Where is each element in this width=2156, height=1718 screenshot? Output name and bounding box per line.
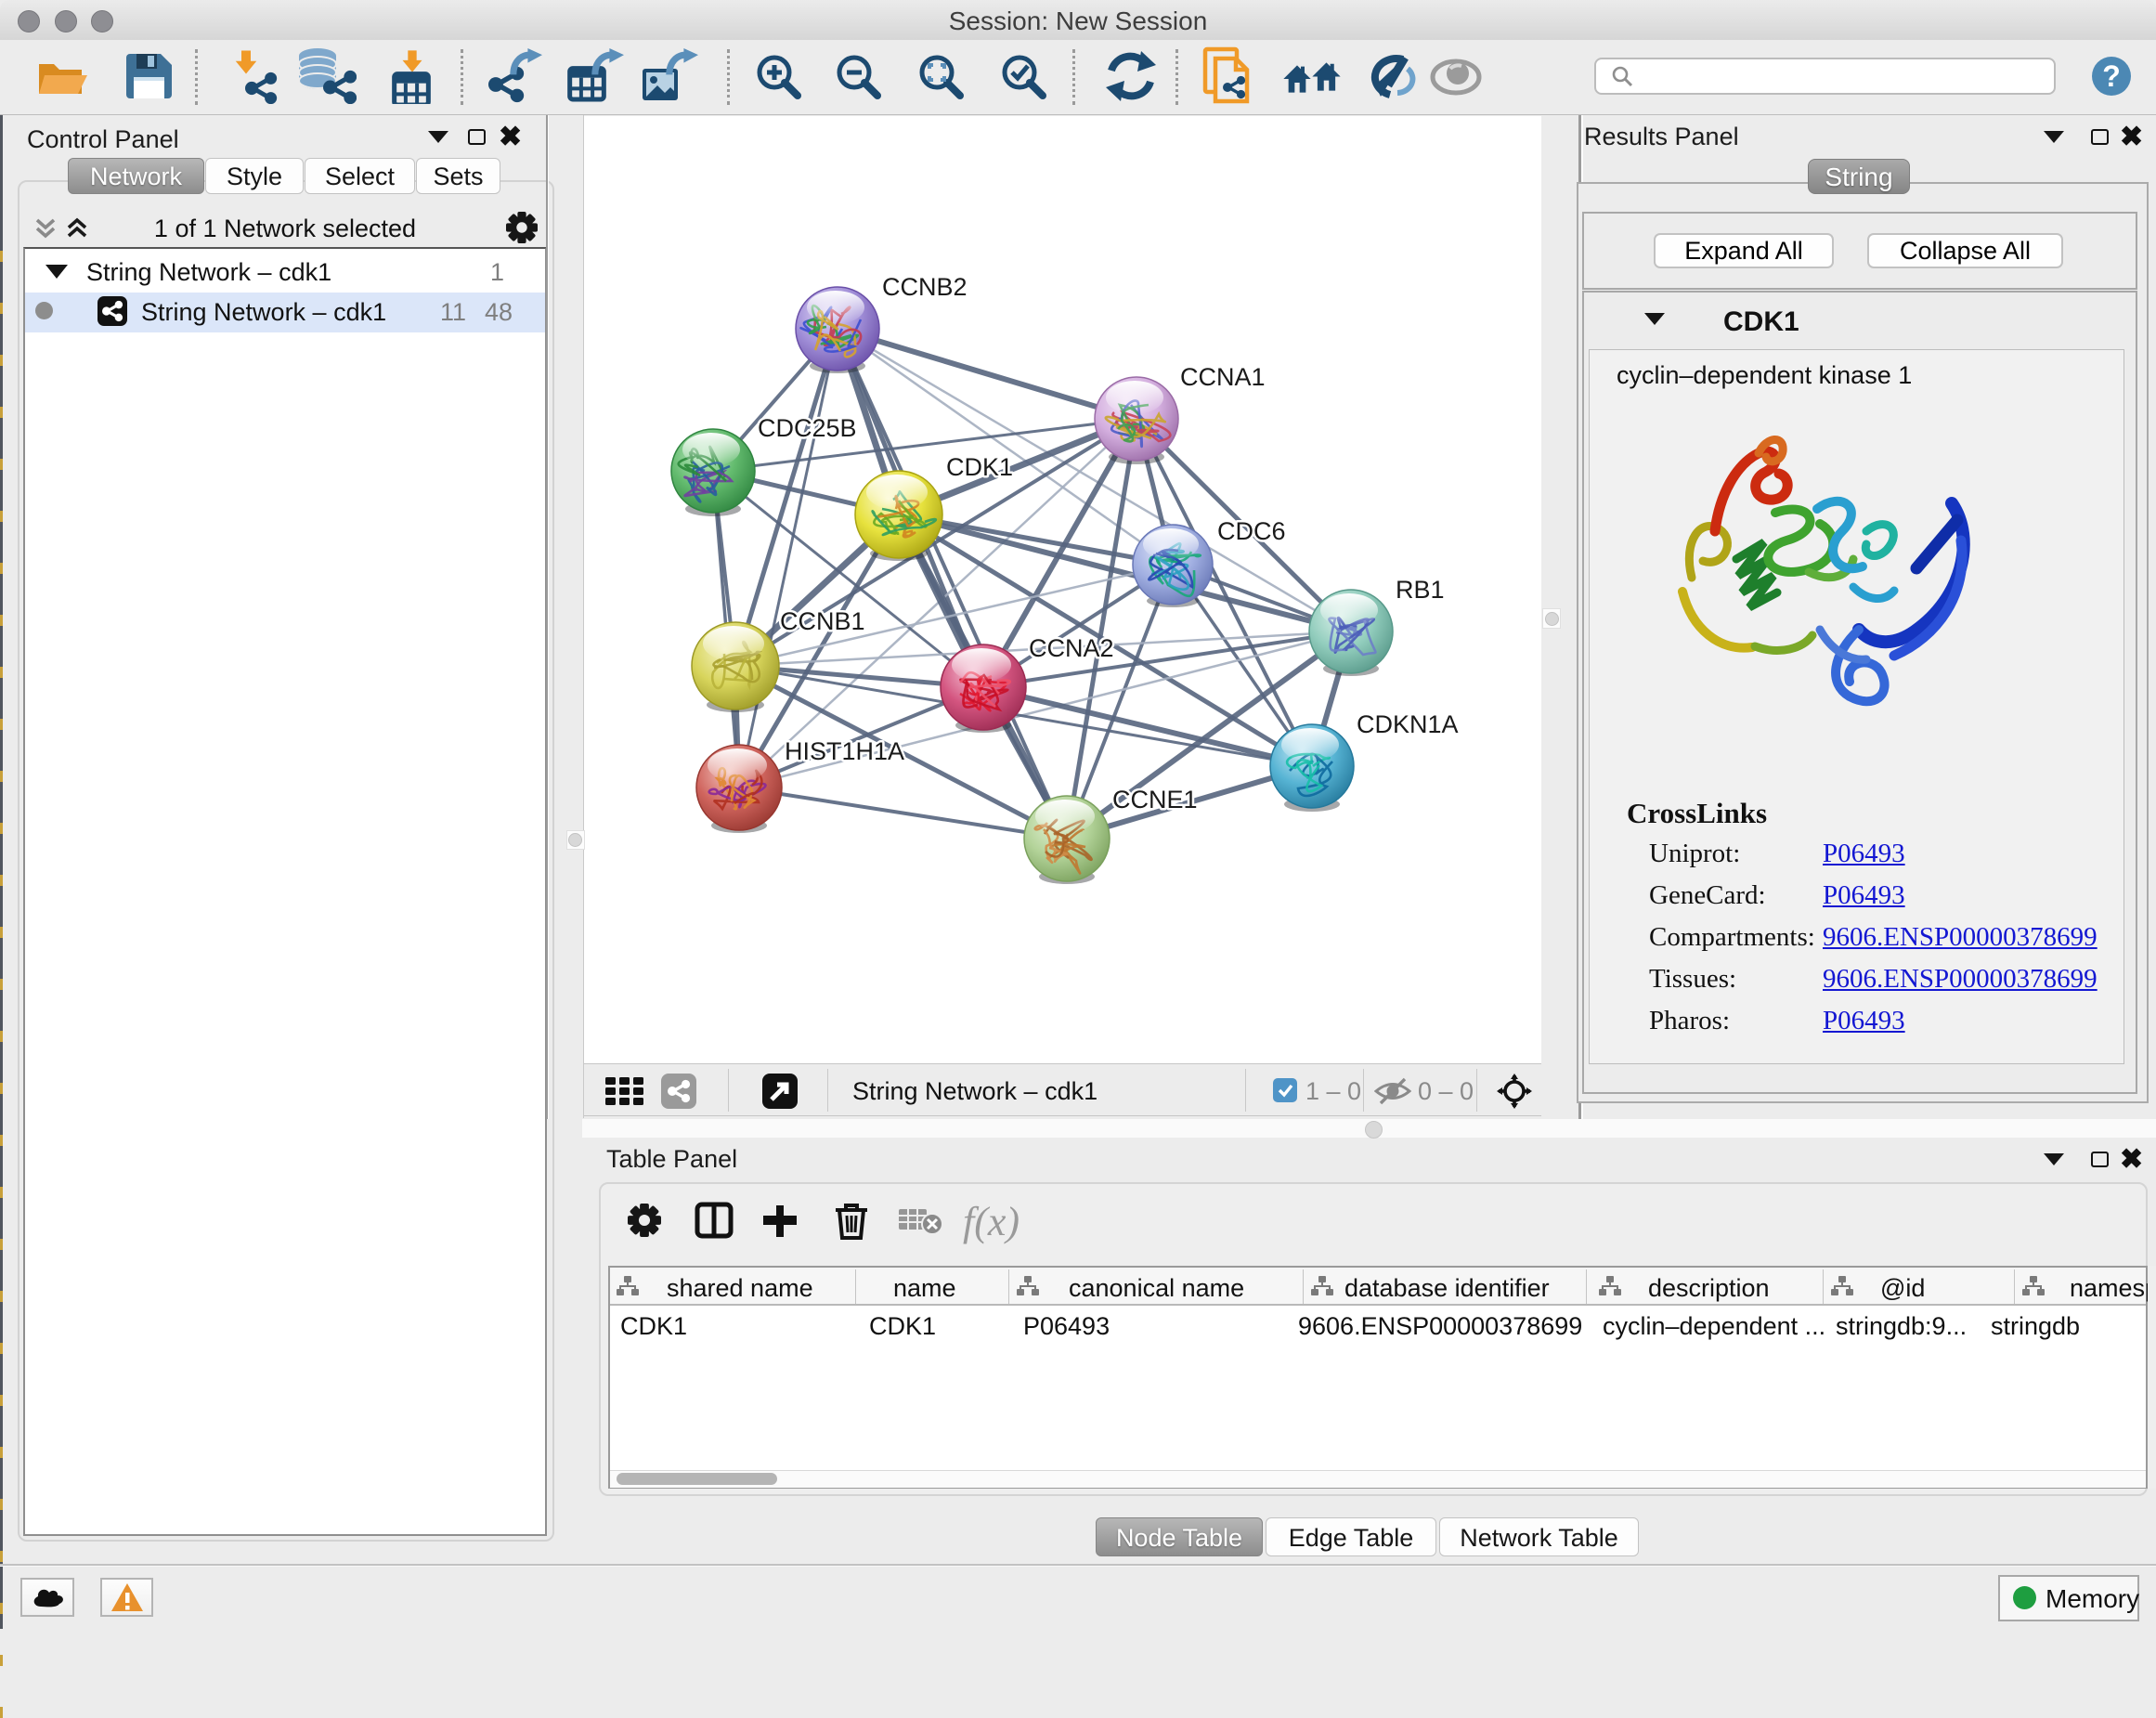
svg-text:CCNB1: CCNB1 (780, 607, 865, 635)
svg-text:CCNA1: CCNA1 (1180, 363, 1266, 391)
svg-text:CDC6: CDC6 (1217, 517, 1286, 545)
svg-text:CDK1: CDK1 (946, 453, 1013, 481)
svg-text:CDC25B: CDC25B (758, 414, 857, 442)
svg-text:CCNB2: CCNB2 (882, 273, 968, 301)
svg-text:RB1: RB1 (1396, 576, 1445, 604)
svg-text:CCNA2: CCNA2 (1029, 634, 1114, 662)
svg-text:CCNE1: CCNE1 (1112, 786, 1198, 813)
svg-text:CDKN1A: CDKN1A (1357, 710, 1459, 738)
svg-text:HIST1H1A: HIST1H1A (785, 737, 904, 765)
